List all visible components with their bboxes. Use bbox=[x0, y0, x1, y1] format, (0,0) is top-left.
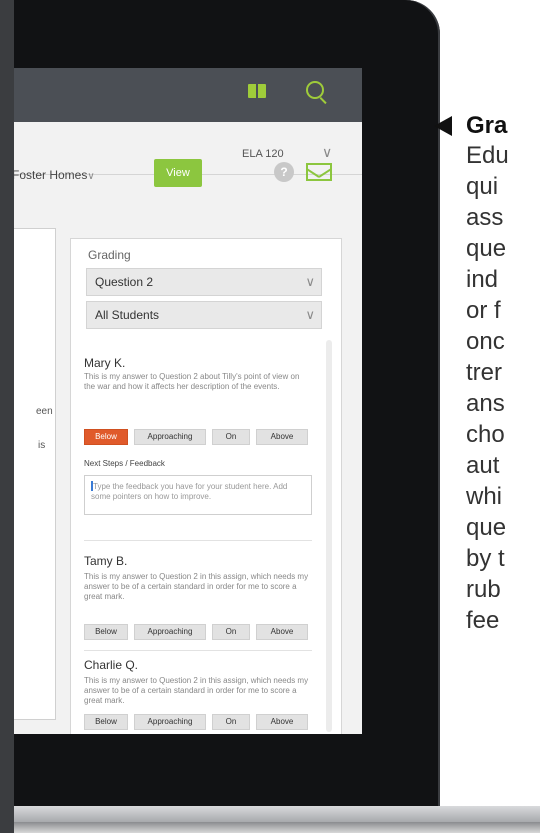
help-icon[interactable]: ? bbox=[274, 162, 294, 182]
grade-above-button[interactable]: Above bbox=[256, 624, 308, 640]
mail-icon[interactable] bbox=[306, 163, 332, 181]
student-answer: This is my answer to Question 2 in this … bbox=[84, 676, 309, 705]
side-text-line: fee bbox=[466, 607, 500, 634]
question-select-value: Question 2 bbox=[95, 275, 154, 289]
chevron-down-icon: ∨ bbox=[305, 274, 315, 289]
chevron-down-icon[interactable]: ∨ bbox=[322, 144, 332, 161]
card-divider bbox=[84, 540, 312, 541]
question-select[interactable]: Question 2 ∨ bbox=[86, 268, 322, 296]
content-fragment: is bbox=[38, 440, 46, 451]
left-edge-strip bbox=[0, 0, 14, 833]
next-steps-label: Next Steps / Feedback bbox=[84, 459, 165, 468]
grade-button-row: Below Approaching On Above bbox=[84, 429, 310, 445]
side-text-line: by t bbox=[466, 545, 505, 572]
grading-title: Grading bbox=[88, 248, 131, 262]
side-text-line: Edu bbox=[466, 142, 509, 169]
students-select[interactable]: All Students ∨ bbox=[86, 301, 322, 329]
side-text-line: onc bbox=[466, 328, 505, 355]
grade-approaching-button[interactable]: Approaching bbox=[134, 624, 206, 640]
grade-button-row: Below Approaching On Above bbox=[84, 714, 310, 730]
side-text-line: ans bbox=[466, 390, 505, 417]
filter-dropdown[interactable]: Foster Homes∨ bbox=[14, 160, 142, 190]
book-icon[interactable] bbox=[248, 84, 266, 98]
students-select-value: All Students bbox=[95, 308, 160, 322]
grade-above-button[interactable]: Above bbox=[256, 714, 308, 730]
side-text-line: que bbox=[466, 514, 507, 541]
student-answer: This is my answer to Question 2 about Ti… bbox=[84, 372, 300, 391]
student-name: Mary K. bbox=[84, 356, 126, 370]
search-icon[interactable] bbox=[306, 81, 324, 99]
grade-below-button[interactable]: Below bbox=[84, 429, 128, 445]
grade-approaching-button[interactable]: Approaching bbox=[134, 429, 206, 445]
feedback-textarea[interactable]: Type the feedback you have for your stud… bbox=[84, 475, 312, 515]
side-text-line: or f bbox=[466, 297, 501, 324]
side-text-line: rub bbox=[466, 576, 501, 603]
view-button[interactable]: View bbox=[154, 159, 202, 187]
student-answer: This is my answer to Question 2 in this … bbox=[84, 572, 309, 601]
side-text-line: cho bbox=[466, 421, 505, 448]
course-label[interactable]: ELA 120 bbox=[242, 148, 284, 160]
content-fragment: een bbox=[36, 406, 53, 417]
grade-below-button[interactable]: Below bbox=[84, 624, 128, 640]
grade-below-button[interactable]: Below bbox=[84, 714, 128, 730]
grade-above-button[interactable]: Above bbox=[256, 429, 308, 445]
chevron-down-icon: ∨ bbox=[87, 171, 95, 182]
grade-button-row: Below Approaching On Above bbox=[84, 624, 310, 640]
filter-label: Foster Homes bbox=[14, 168, 88, 182]
feedback-placeholder: Type the feedback you have for your stud… bbox=[91, 482, 288, 501]
chevron-down-icon: ∨ bbox=[305, 307, 315, 322]
side-text-line: aut bbox=[466, 452, 500, 479]
student-name: Charlie Q. bbox=[84, 658, 139, 672]
grade-approaching-button[interactable]: Approaching bbox=[134, 714, 206, 730]
side-text-line: que bbox=[466, 235, 507, 262]
grade-on-button[interactable]: On bbox=[212, 714, 250, 730]
student-name: Tamy B. bbox=[84, 554, 128, 568]
grade-on-button[interactable]: On bbox=[212, 624, 250, 640]
side-text-line: ind bbox=[466, 266, 499, 293]
side-heading: Gra bbox=[466, 112, 508, 139]
side-text-line: whi bbox=[466, 483, 503, 510]
card-divider bbox=[84, 650, 312, 651]
side-text-line: ass bbox=[466, 204, 504, 231]
pointer-arrow-icon bbox=[434, 116, 452, 136]
side-text-line: qui bbox=[466, 173, 499, 200]
app-topbar bbox=[14, 68, 362, 122]
left-content-panel bbox=[14, 228, 56, 720]
laptop-base bbox=[14, 806, 540, 822]
side-text-line: trer bbox=[466, 359, 502, 386]
laptop-base-shadow bbox=[14, 822, 540, 833]
laptop-screen: ELA 120 ∨ Foster Homes∨ View ? een is Gr… bbox=[14, 68, 362, 734]
grade-on-button[interactable]: On bbox=[212, 429, 250, 445]
screen-bottom-bezel bbox=[14, 734, 362, 806]
grading-scrollbar[interactable] bbox=[326, 340, 332, 732]
